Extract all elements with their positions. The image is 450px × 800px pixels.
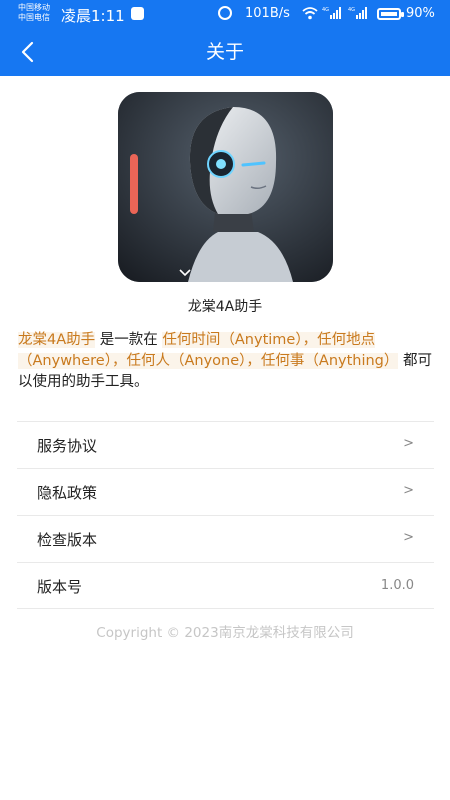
battery-icon xyxy=(377,8,404,20)
menu-item-label: 隐私政策 xyxy=(37,484,98,502)
chevron-right-icon: > xyxy=(403,436,414,451)
signal-label-1: 4G xyxy=(322,7,329,13)
app-description: 龙棠4A助手 是一款在 任何时间（Anytime），任何地点（Anywhere）… xyxy=(18,330,438,393)
chevron-right-icon: > xyxy=(403,530,414,545)
carrier-1: 中国移动 xyxy=(18,3,50,12)
nav-bar: 关于 xyxy=(0,28,450,76)
desc-app-name: 龙棠4A助手 xyxy=(18,332,96,348)
carrier-labels: 中国移动 中国电信 xyxy=(18,3,50,23)
menu-item-label: 版本号 xyxy=(37,578,83,596)
top-bar: 中国移动 中国电信 凌晨1:11 101B/s 4G 4G 90% 关于 xyxy=(0,0,450,76)
menu-item-label: 服务协议 xyxy=(37,437,98,455)
page-title: 关于 xyxy=(205,41,244,63)
menu-item-service-agreement[interactable]: 服务协议 > xyxy=(17,421,434,468)
desc-text-1: 是一款在 xyxy=(95,332,163,348)
chevron-right-icon: > xyxy=(403,483,414,498)
menu-item-label: 检查版本 xyxy=(37,531,98,549)
clock: 凌晨1:11 xyxy=(61,7,125,25)
menu-item-check-version[interactable]: 检查版本 > xyxy=(17,515,434,562)
menu-item-version-number: 版本号 1.0.0 xyxy=(17,562,434,609)
battery-percent: 90% xyxy=(406,6,435,21)
robot-head-logo xyxy=(118,92,333,282)
wifi-icon xyxy=(302,7,318,20)
carrier-2: 中国电信 xyxy=(18,13,50,22)
net-speed: 101B/s xyxy=(245,6,290,21)
shield-icon xyxy=(131,7,144,20)
menu-item-privacy-policy[interactable]: 隐私政策 > xyxy=(17,468,434,515)
status-bar: 中国移动 中国电信 凌晨1:11 101B/s 4G 4G 90% xyxy=(0,0,450,28)
version-value: 1.0.0 xyxy=(380,578,414,593)
signal-icon: 4G xyxy=(348,7,367,19)
settings-list: 服务协议 > 隐私政策 > 检查版本 > 版本号 1.0.0 xyxy=(17,421,434,609)
signal-icon: 4G xyxy=(322,7,341,19)
app-name: 龙棠4A助手 xyxy=(187,299,263,315)
chevron-left-icon[interactable] xyxy=(14,36,44,68)
alarm-icon xyxy=(218,6,232,20)
signal-label-2: 4G xyxy=(348,7,355,13)
copyright-footer: Copyright © 2023南京龙棠科技有限公司 xyxy=(96,625,354,641)
